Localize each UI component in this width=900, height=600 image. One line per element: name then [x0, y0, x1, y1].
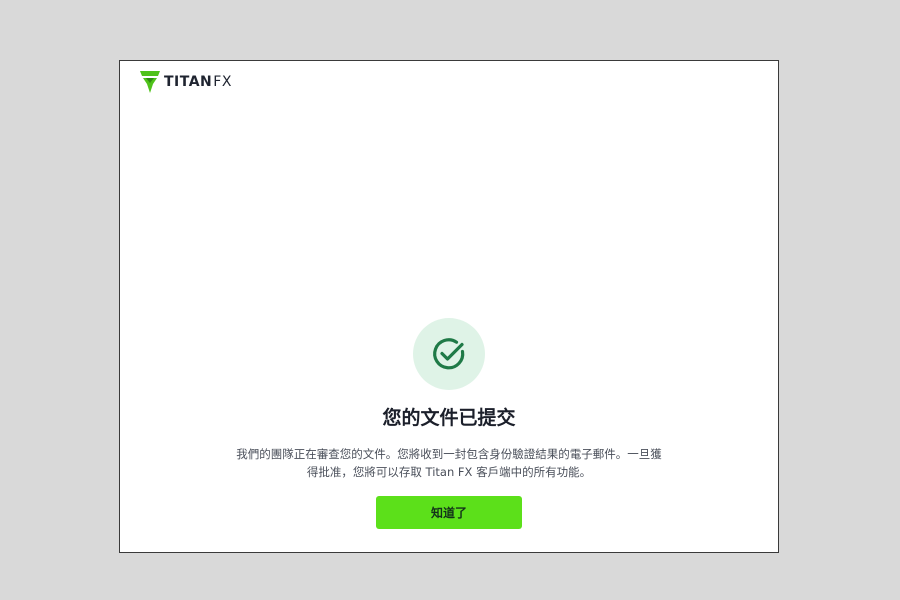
brand-name-fx: FX: [213, 74, 232, 90]
got-it-button[interactable]: 知道了: [376, 496, 522, 529]
check-circle-icon: [413, 318, 485, 390]
description-text: 我們的團隊正在審查您的文件。您將收到一封包含身份驗證結果的電子郵件。一旦獲得批准…: [236, 447, 662, 479]
titan-fx-logo-icon: [140, 71, 160, 93]
submission-confirmation: 您的文件已提交 我們的團隊正在審查您的文件。您將收到一封包含身份驗證結果的電子郵…: [120, 318, 778, 529]
dialog-window: TITANFX 您的文件已提交 我們的團隊正在審查您的文件。您將收到一封包含身份…: [119, 60, 779, 553]
brand-name-titan: TITAN: [164, 74, 213, 90]
brand-logo: TITANFX: [140, 71, 232, 93]
checkmark-icon: [433, 338, 465, 370]
page-title: 您的文件已提交: [382, 407, 516, 429]
brand-name: TITANFX: [164, 71, 232, 93]
